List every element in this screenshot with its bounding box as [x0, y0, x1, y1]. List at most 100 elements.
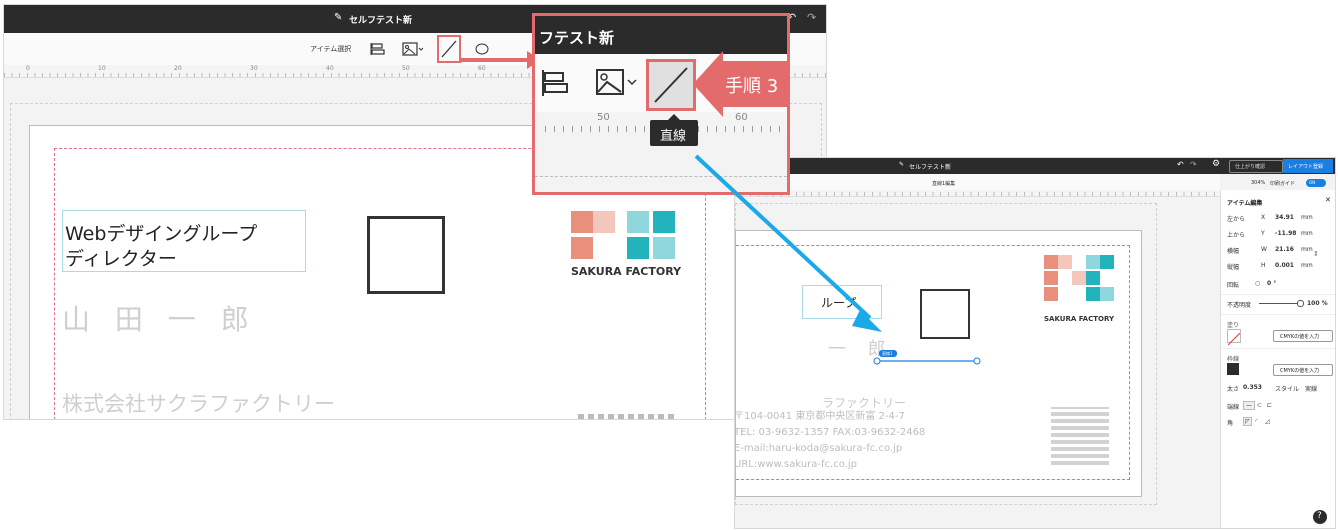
right-square-shape[interactable] — [920, 289, 970, 339]
corner-bevel-icon[interactable]: ◿ — [1265, 418, 1270, 425]
opacity-value[interactable]: 100 % — [1307, 300, 1328, 307]
ruler-tick: 0 — [26, 65, 30, 72]
panel-title: アイテム編集 — [1227, 200, 1263, 207]
opacity-slider[interactable] — [1259, 303, 1299, 304]
blue-arrow-connector — [694, 154, 882, 332]
card-company: 株式会社サクラファクトリー — [62, 392, 335, 416]
divider — [1221, 348, 1335, 349]
fill-label: 塗り — [1227, 322, 1240, 329]
thickness-row[interactable]: 太さ 0.353 スタイル 実線 — [1227, 384, 1317, 393]
stroke-cmyk-button[interactable]: CMYKの値を入力 — [1273, 364, 1333, 376]
edge-round-icon[interactable]: ⊂ — [1257, 402, 1262, 409]
right-logo-text: SAKURA FACTORY — [1044, 315, 1115, 323]
tooltip-pointer — [668, 114, 680, 120]
panel-close-icon[interactable]: ✕ — [1325, 196, 1331, 204]
contact-tel: TEL: 03-9632-1357 FAX:03-9632-2468 — [734, 427, 926, 438]
pos-x-value[interactable]: 34.91 — [1275, 214, 1294, 221]
pos-y-value[interactable]: -11.98 — [1275, 230, 1296, 237]
ruler-tick: 50 — [402, 65, 410, 72]
height-axis: H — [1261, 262, 1266, 269]
width-value[interactable]: 21.16 — [1275, 246, 1294, 253]
redo-icon[interactable]: ↷ — [807, 11, 816, 24]
tooltip-text: 直線 — [660, 129, 687, 144]
ruler-tick: 30 — [250, 65, 258, 72]
title-text-box[interactable]: Webデザイングループ ディレクター — [62, 210, 306, 272]
layout-register-button[interactable]: レイアウト登録 — [1283, 159, 1333, 173]
pencil-icon[interactable]: ✎ — [334, 12, 342, 23]
card-name: 山 田 一 郎 — [62, 303, 257, 336]
logo-mosaic — [571, 206, 679, 262]
settings-gear-icon[interactable]: ⚙ — [1212, 159, 1220, 169]
contact-url: URL:www.sakura-fc.co.jp — [734, 459, 857, 470]
square-shape[interactable] — [367, 216, 445, 294]
print-guide-toggle-label: ON — [1309, 180, 1316, 185]
redo-icon[interactable]: ↷ — [1190, 160, 1197, 169]
ruler-tick: 20 — [174, 65, 182, 72]
edge-square-icon[interactable]: ⊏ — [1267, 402, 1272, 409]
contact-email: E-mail:haru-koda@sakura-fc.co.jp — [734, 443, 903, 454]
height-value[interactable]: 0.001 — [1275, 262, 1294, 269]
zoom-level[interactable]: 304% — [1251, 180, 1265, 186]
rotate-row[interactable]: 回転 ○ 0 ° — [1227, 280, 1276, 289]
edge-butt-icon[interactable]: — — [1243, 401, 1255, 410]
style-value[interactable]: 実線 — [1305, 384, 1317, 393]
rotate-dial-icon[interactable]: ○ — [1255, 280, 1260, 287]
height-label: 縦幅 — [1227, 264, 1240, 271]
edge-row[interactable]: 端線 — ⊂ ⊏ — [1227, 401, 1272, 411]
stroke-color-swatch[interactable] — [1227, 363, 1239, 375]
logo-text: SAKURA FACTORY — [571, 265, 682, 278]
pos-y-unit: mm — [1301, 230, 1313, 237]
corner-miter-icon[interactable]: ◸ — [1243, 417, 1252, 426]
edit-line-label: 直線1編集 — [932, 181, 956, 187]
divider — [1221, 294, 1335, 295]
print-guide-control[interactable]: 印刷ガイド ON — [1270, 179, 1330, 187]
divider — [1221, 314, 1335, 315]
opacity-row[interactable]: 不透明度 100 % — [1227, 300, 1328, 309]
contact-block: 〒104-0041 東京都中央区新富 2-4-7 TEL: 03-9632-13… — [734, 409, 926, 473]
width-label: 横幅 — [1227, 248, 1240, 255]
rotate-value[interactable]: 0 ° — [1267, 280, 1276, 287]
pencil-icon[interactable]: ✎ — [899, 161, 904, 168]
pos-y-row[interactable]: 上から Y -11.98 mm — [1227, 230, 1313, 239]
qr-code-partial — [578, 414, 674, 419]
width-row[interactable]: 横幅 W 21.16 mm — [1227, 246, 1313, 255]
stroke-label: 枠線 — [1227, 356, 1240, 363]
print-guide-label: 印刷ガイド — [1270, 181, 1296, 187]
link-ratio-icon[interactable]: ⇕ — [1313, 250, 1319, 258]
callout-title: フテスト新 — [539, 29, 615, 47]
preview-button[interactable]: 仕上がり確認 — [1229, 160, 1283, 173]
height-unit: mm — [1301, 262, 1313, 269]
thickness-label: 太さ — [1227, 386, 1240, 393]
stroke-cmyk-button-label: CMYKの値を入力 — [1280, 368, 1320, 374]
callout-align-icon[interactable] — [541, 68, 571, 98]
fill-cmyk-button[interactable]: CMYKの値を入力 — [1273, 330, 1333, 342]
layout-register-button-label: レイアウト登録 — [1288, 164, 1324, 170]
align-icon[interactable] — [370, 41, 386, 55]
pos-x-label: 左から — [1227, 216, 1246, 223]
opacity-label: 不透明度 — [1227, 302, 1252, 309]
callout-header: フテスト新 — [535, 16, 787, 54]
ruler-tick: 40 — [326, 65, 334, 72]
help-button[interactable]: ? — [1313, 510, 1327, 524]
ruler-tick: 10 — [98, 65, 106, 72]
undo-icon[interactable]: ↶ — [1177, 160, 1184, 169]
image-icon[interactable] — [402, 41, 426, 56]
right-qr-code — [1051, 407, 1109, 465]
callout-image-icon[interactable] — [595, 68, 639, 98]
help-icon: ? — [1317, 511, 1322, 521]
fill-color-swatch[interactable] — [1227, 329, 1241, 346]
preview-button-label: 仕上がり確認 — [1235, 164, 1266, 170]
pos-x-row[interactable]: 左から X 34.91 mm — [1227, 214, 1313, 223]
print-guide-toggle[interactable]: ON — [1306, 179, 1326, 187]
select-item-label[interactable]: アイテム選択 — [310, 44, 351, 54]
line-badge: 直線1 — [879, 350, 897, 357]
tooltip-line: 直線 — [650, 120, 698, 146]
callout-line-tool-icon[interactable] — [646, 59, 696, 111]
opacity-slider-handle[interactable] — [1297, 300, 1304, 307]
thickness-value[interactable]: 0.353 — [1243, 384, 1262, 391]
corner-row[interactable]: 角 ◸ ◜ ◿ — [1227, 417, 1270, 427]
right-logo-mosaic — [1044, 255, 1114, 311]
corner-round-icon[interactable]: ◜ — [1255, 418, 1257, 425]
edge-label: 端線 — [1227, 404, 1240, 411]
height-row[interactable]: 縦幅 H 0.001 mm — [1227, 262, 1313, 271]
